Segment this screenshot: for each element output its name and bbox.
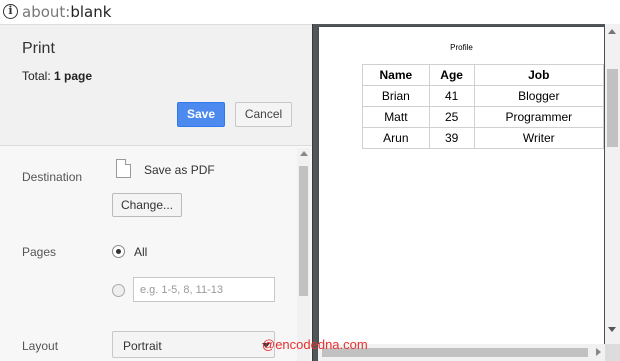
preview-table: Name Age Job Brian 41 Blogger Matt 25 Pr… (362, 64, 605, 149)
scrollbar-corner (605, 344, 620, 361)
pages-range-placeholder: e.g. 1-5, 8, 11-13 (140, 284, 223, 296)
column-header: Job (473, 64, 605, 86)
change-destination-button[interactable]: Change... (112, 193, 182, 217)
table-header-row: Name Age Job (362, 64, 605, 86)
watermark: @encodedna.com (262, 337, 368, 352)
scroll-up-icon[interactable] (608, 29, 616, 34)
layout-select[interactable]: Portrait (112, 331, 275, 358)
table-row: Arun 39 Writer (362, 127, 605, 149)
print-dialog: Print Total: 1 page Save Cancel Destinat… (0, 24, 312, 361)
table-row: Brian 41 Blogger (362, 85, 605, 107)
table-cell: Arun (362, 127, 430, 149)
address-bar[interactable]: i about:blank (0, 0, 620, 24)
info-icon[interactable]: i (3, 4, 18, 19)
layout-select-value: Portrait (123, 339, 162, 353)
layout-label: Layout (22, 339, 59, 353)
preview-scroll-thumb[interactable] (607, 69, 618, 147)
pages-all-label[interactable]: All (134, 245, 147, 259)
table-cell: Programmer (473, 106, 605, 128)
column-header: Age (428, 64, 475, 86)
table-cell: Blogger (473, 85, 605, 107)
save-button[interactable]: Save (177, 102, 225, 127)
total-pages: Total: 1 page (22, 69, 93, 83)
scroll-up-icon[interactable] (300, 151, 308, 156)
preview-vertical-scrollbar[interactable] (605, 24, 620, 344)
preview-page: Profile Name Age Job Brian 41 Blogger Ma… (319, 27, 605, 344)
pages-range-input[interactable]: e.g. 1-5, 8, 11-13 (133, 277, 275, 302)
table-cell: Brian (362, 85, 430, 107)
table-row: Matt 25 Programmer (362, 106, 605, 128)
preview-title: Profile (450, 43, 473, 52)
table-cell: Matt (362, 106, 430, 128)
settings-panel: Destination Save as PDF Change... Pages … (0, 146, 312, 361)
settings-scrollbar[interactable] (297, 148, 310, 361)
address-text[interactable]: about:blank (22, 3, 111, 21)
table-cell: 41 (428, 85, 475, 107)
pages-label: Pages (22, 245, 57, 259)
scroll-down-icon[interactable] (608, 327, 616, 332)
document-icon (116, 159, 131, 178)
table-cell: 39 (428, 127, 475, 149)
table-cell: Writer (473, 127, 605, 149)
settings-scroll-thumb[interactable] (299, 166, 308, 296)
destination-label: Destination (22, 170, 83, 184)
dialog-title: Print (22, 40, 55, 57)
destination-value: Save as PDF (144, 163, 215, 177)
print-preview: Profile Name Age Job Brian 41 Blogger Ma… (312, 24, 620, 361)
table-cell: 25 (428, 106, 475, 128)
column-header: Name (362, 64, 430, 86)
cancel-button[interactable]: Cancel (235, 102, 292, 127)
scroll-right-icon[interactable] (596, 348, 601, 356)
pages-all-radio[interactable] (112, 245, 125, 258)
pages-custom-radio[interactable] (112, 284, 125, 297)
